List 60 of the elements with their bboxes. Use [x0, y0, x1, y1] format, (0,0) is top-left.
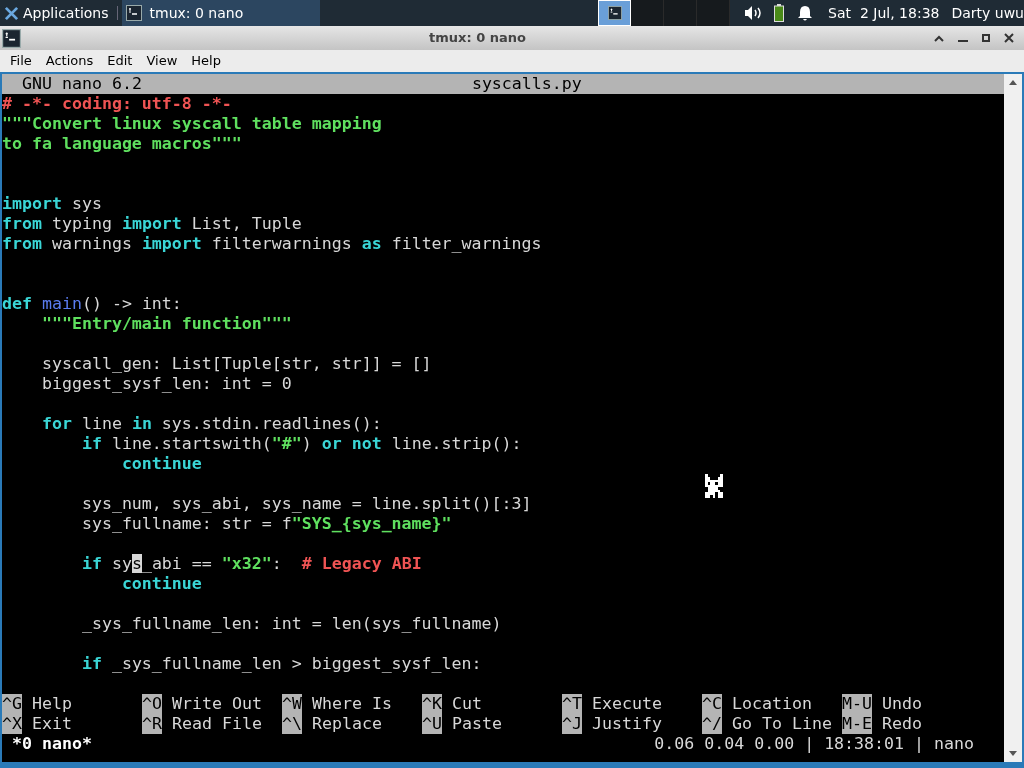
- menu-item[interactable]: Help: [184, 51, 228, 71]
- code-line: """Entry/main function""": [40, 314, 293, 334]
- code-line: continue: [120, 574, 203, 594]
- code-line: if sys_abi == "x32": # Legacy ABI: [80, 554, 423, 574]
- menu-item[interactable]: View: [139, 51, 185, 71]
- nano-version: GNU nano 6.2: [22, 74, 142, 94]
- code-line: if line.startswith("#") or not line.strip():: [80, 434, 523, 454]
- shortcut-hint: ^J Justify: [562, 714, 663, 734]
- shortcut-hint: ^K Cut: [422, 694, 483, 714]
- shortcut-hint: ^O Write Out: [142, 694, 263, 714]
- scroll-up-icon[interactable]: [1009, 80, 1017, 85]
- shortcut-hint: M-U Undo: [842, 694, 923, 714]
- code-line: """Convert linux syscall table mapping: [2, 114, 383, 134]
- cat-sprite-drawing: [705, 474, 723, 498]
- clock[interactable]: Sat 2 Jul, 18:38: [828, 2, 940, 24]
- tmux-status: 0.06 0.04 0.00 | 18:38:01 | nano: [654, 734, 974, 754]
- shortcut-hint: ^\ Replace: [282, 714, 383, 734]
- menu-item[interactable]: Edit: [100, 51, 140, 71]
- code-line: sys_fullname: str = f"SYS_{sys_name}": [80, 514, 453, 534]
- shortcut-hint: ^W Where Is: [282, 694, 393, 714]
- shortcut-hint: ^C Location: [702, 694, 813, 714]
- shortcut-hint: M-E Redo: [842, 714, 923, 734]
- terminal-icon: [2, 28, 21, 48]
- window-title: tmux: 0 nano: [428, 29, 527, 48]
- code-line: from warnings import filterwarnings as filter_warnings: [2, 234, 543, 254]
- scroll-down-icon[interactable]: [1009, 751, 1017, 756]
- menu-item[interactable]: Actions: [38, 51, 101, 71]
- shortcut-hint: ^U Paste: [422, 714, 503, 734]
- code-line: continue: [120, 454, 203, 474]
- code-line: def main() -> int:: [2, 294, 183, 314]
- code-line: import sys: [2, 194, 103, 214]
- user-name[interactable]: Darty uwu: [951, 2, 1024, 24]
- shortcut-hint: ^X Exit: [2, 714, 73, 734]
- code-line: for line in sys.stdin.readlines():: [40, 414, 383, 434]
- x-logo-icon: [4, 5, 19, 21]
- code-line: from typing import List, Tuple: [2, 214, 303, 234]
- taskbar-button[interactable]: tmux: 0 nano: [121, 0, 320, 26]
- shortcut-hint: ^/ Go To Line: [702, 714, 833, 734]
- bell-icon[interactable]: [798, 5, 813, 21]
- tmux-window-label: *0 nano*: [12, 734, 92, 754]
- battery-icon[interactable]: [774, 4, 785, 22]
- maximize-icon[interactable]: [982, 34, 990, 42]
- menu-item[interactable]: File: [3, 51, 39, 71]
- terminal-icon: [607, 6, 622, 20]
- code-line: _sys_fullname_len: int = len(sys_fullname): [80, 614, 503, 634]
- code-line: to fa language macros""": [2, 134, 243, 154]
- close-icon[interactable]: [1004, 33, 1014, 43]
- code-line: # -*- coding: utf-8 -*-: [2, 94, 233, 114]
- code-line: biggest_sysf_len: int = 0: [40, 374, 293, 394]
- volume-icon[interactable]: [744, 5, 763, 21]
- code-line: if _sys_fullname_len > biggest_sysf_len:: [80, 654, 483, 674]
- shade-icon[interactable]: [934, 34, 944, 42]
- code-line: syscall_gen: List[Tuple[str, str]] = []: [40, 354, 433, 374]
- code-line: sys_num, sys_abi, sys_name = line.split()[:3]: [80, 494, 533, 514]
- file-name: syscalls.py: [471, 74, 582, 94]
- shortcut-hint: ^R Read File: [142, 714, 263, 734]
- shortcut-hint: ^T Execute: [562, 694, 663, 714]
- terminal-icon: [125, 5, 142, 21]
- applications-menu-button[interactable]: Applications: [0, 0, 113, 26]
- shortcut-hint: ^G Help: [2, 694, 73, 714]
